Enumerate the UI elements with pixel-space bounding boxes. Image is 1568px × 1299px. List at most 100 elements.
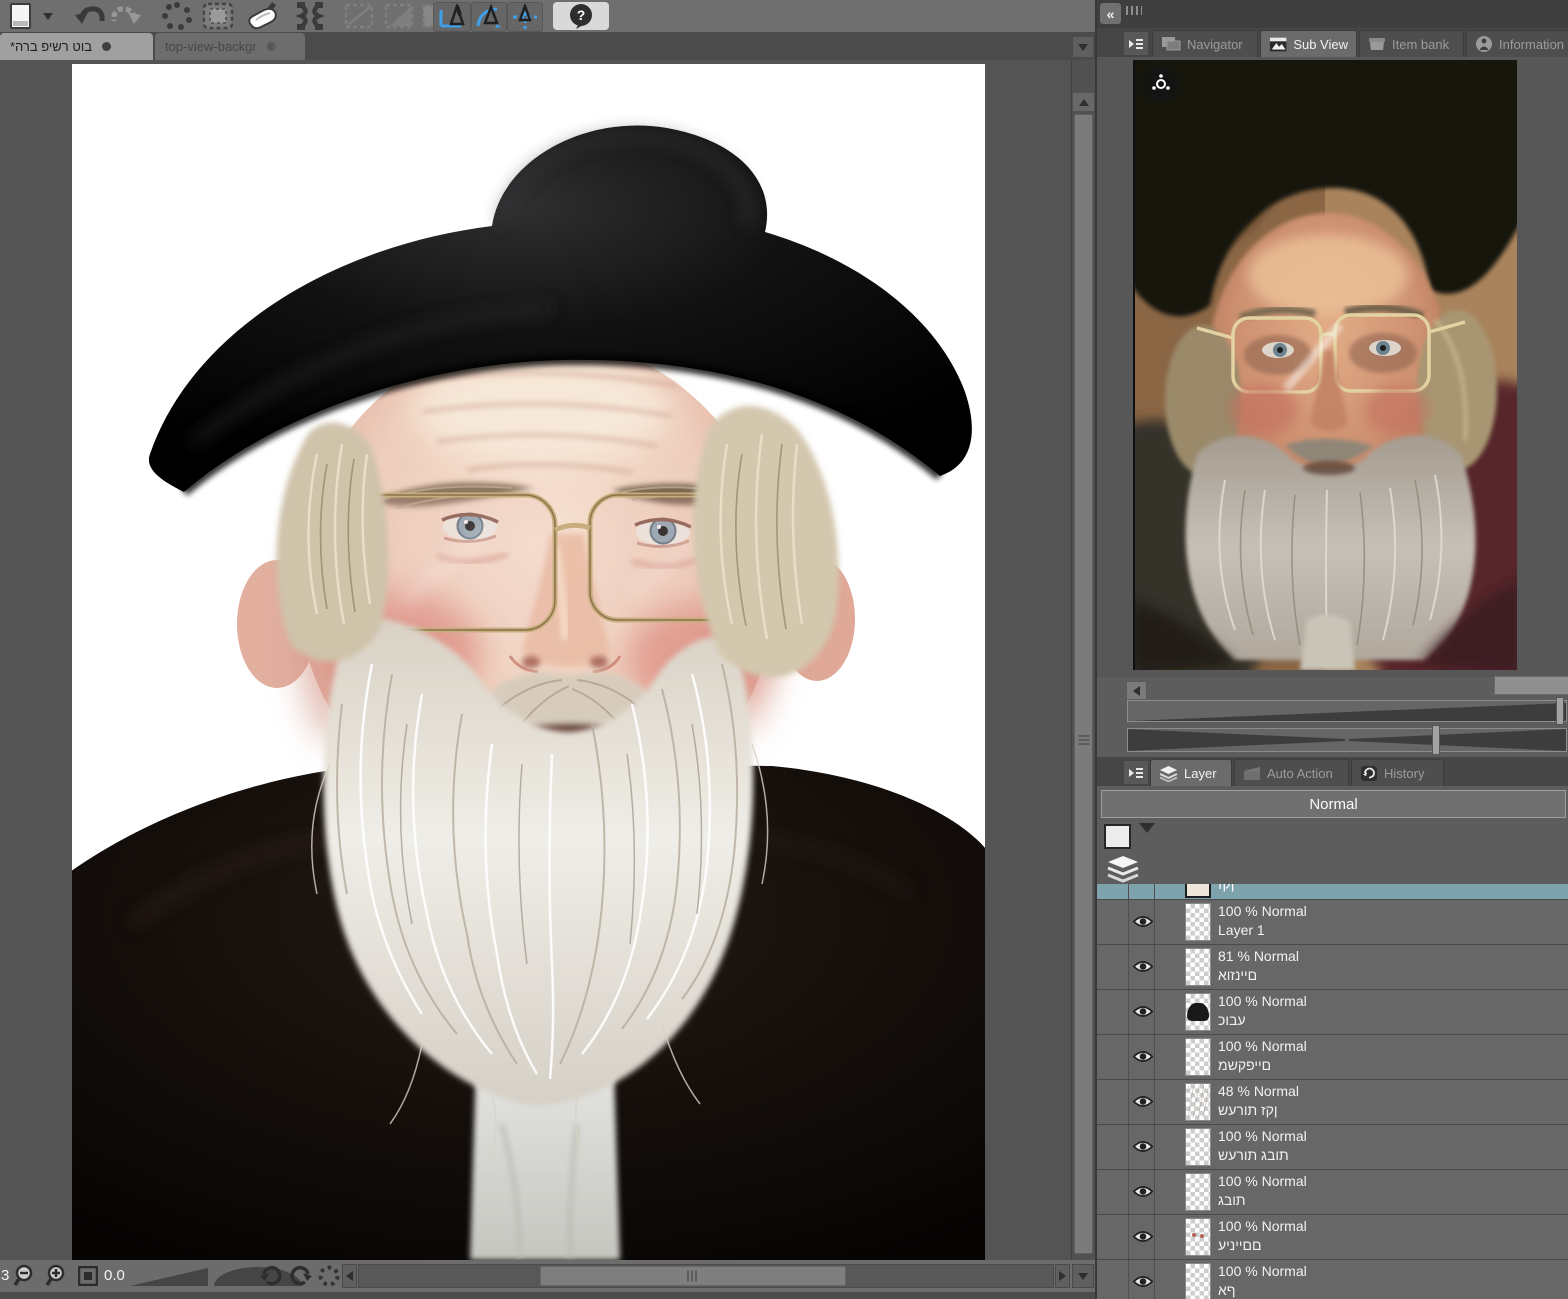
arrow-right-icon — [1059, 1271, 1066, 1281]
subview-back-button[interactable] — [1126, 681, 1147, 700]
snap-to-special-ruler-button[interactable] — [471, 2, 507, 32]
layer-color-swatch[interactable] — [1104, 824, 1131, 849]
layer-row[interactable]: 100 % Normal גבות — [1097, 1170, 1568, 1215]
vertical-scroll-thumb[interactable] — [1074, 114, 1093, 1254]
reset-view-button[interactable] — [315, 1264, 343, 1288]
drawing-canvas[interactable] — [72, 64, 985, 1260]
subview-rotation-slider[interactable] — [1127, 728, 1567, 752]
layer-row-selected-partial[interactable]: זקן — [1097, 884, 1568, 900]
item-bank-icon — [1368, 36, 1386, 52]
eye-icon — [1132, 1004, 1154, 1019]
layer-name: משקפיים — [1218, 1057, 1271, 1073]
eye-icon — [1132, 1184, 1154, 1199]
layer-thumbnail — [1185, 1263, 1211, 1299]
new-document-icon — [8, 3, 34, 29]
zoom-slider-handle[interactable] — [1556, 697, 1564, 725]
layer-row[interactable]: 100 % Normal אף — [1097, 1260, 1568, 1299]
panel-drag-grip[interactable] — [1126, 6, 1142, 15]
layer-visibility-toggle[interactable] — [1132, 1049, 1154, 1069]
fill-tool-button[interactable] — [242, 2, 286, 30]
tab-information[interactable]: Information — [1466, 30, 1568, 57]
layer-visibility-toggle[interactable] — [1132, 1094, 1154, 1114]
layer-thumbnail — [1185, 1173, 1211, 1211]
scroll-right-button[interactable] — [1055, 1264, 1070, 1288]
canvas-horizontal-scrollbar[interactable] — [358, 1264, 1054, 1288]
snap-to-ruler-button[interactable] — [433, 2, 471, 32]
canvas-vertical-scrollbar[interactable] — [1071, 60, 1095, 1260]
redo-button[interactable] — [108, 2, 144, 30]
arrow-left-icon — [346, 1271, 353, 1281]
zoom-slider[interactable] — [130, 1268, 208, 1286]
chevron-down-icon — [43, 13, 53, 20]
layer-row[interactable]: 48 % Normal שערות זקן — [1097, 1080, 1568, 1125]
eye-icon — [1132, 914, 1154, 929]
layer-row[interactable]: 100 % Normal משקפיים — [1097, 1035, 1568, 1080]
select-area-button[interactable] — [198, 2, 238, 30]
view-tab-strip: Navigator Sub View Item bank — [1097, 28, 1568, 57]
navigator-icon — [1161, 36, 1181, 52]
layer-visibility-toggle[interactable] — [1132, 959, 1154, 979]
layer-visibility-toggle[interactable] — [1132, 1139, 1154, 1159]
layer-visibility-toggle[interactable] — [1132, 1184, 1154, 1204]
rotation-slider-handle[interactable] — [1432, 725, 1440, 755]
panel-menu-icon — [1128, 37, 1144, 51]
document-tab-background[interactable]: top-view-backgr — [155, 33, 305, 60]
blend-mode-value: Normal — [1309, 796, 1357, 813]
layer-row[interactable]: 81 % Normal אוזניים — [1097, 945, 1568, 990]
layer-thumbnail-eyes — [1185, 1218, 1211, 1256]
tab-list-dropdown-button[interactable] — [1072, 36, 1094, 58]
help-button[interactable]: ? — [553, 2, 609, 30]
deselect-button[interactable] — [158, 2, 196, 30]
panel-menu-button[interactable] — [1123, 31, 1149, 56]
subview-zoom-slider[interactable] — [1127, 700, 1567, 722]
rotate-left-button[interactable] — [257, 1264, 285, 1288]
eye-icon — [1132, 1229, 1154, 1244]
layer-row[interactable]: 100 % Normal עינייםם — [1097, 1215, 1568, 1260]
zoom-out-button[interactable] — [12, 1264, 38, 1288]
subview-rotate-button[interactable] — [1143, 66, 1179, 102]
scroll-up-button[interactable] — [1073, 93, 1094, 111]
undo-button[interactable] — [72, 2, 108, 30]
layer-visibility-toggle[interactable] — [1132, 914, 1154, 934]
layer-name: עינייםם — [1218, 1237, 1262, 1253]
layer-row[interactable]: 100 % Normal כובע — [1097, 990, 1568, 1035]
tab-layer[interactable]: Layer — [1150, 759, 1232, 786]
history-icon — [1360, 765, 1378, 782]
panel-menu-button[interactable] — [1123, 760, 1149, 785]
layer-opacity: 100 % — [1218, 903, 1258, 919]
subview-zoom-field[interactable] — [1494, 676, 1568, 695]
tab-label: Information — [1499, 37, 1564, 52]
snap-to-grid-button[interactable] — [507, 2, 543, 32]
chevron-down-icon — [1139, 823, 1155, 850]
layer-name: כובע — [1218, 1012, 1246, 1028]
layer-tab-strip: Layer Auto Action History — [1097, 757, 1568, 786]
layer-name: אוזניים — [1218, 967, 1257, 983]
transform-button[interactable] — [290, 2, 330, 30]
fit-to-screen-icon — [78, 1266, 98, 1286]
collapse-panel-button[interactable]: « — [1100, 3, 1121, 24]
rotate-right-button[interactable] — [287, 1264, 315, 1288]
layer-visibility-toggle[interactable] — [1132, 1274, 1154, 1294]
mask-button-disabled — [380, 2, 418, 30]
layer-row[interactable]: 100 % Normal שערות גבות — [1097, 1125, 1568, 1170]
layer-visibility-toggle[interactable] — [1132, 1229, 1154, 1249]
tab-auto-action[interactable]: Auto Action — [1234, 759, 1349, 786]
scroll-left-button[interactable] — [342, 1264, 357, 1288]
tab-item-bank[interactable]: Item bank — [1359, 30, 1464, 57]
sub-view-photo[interactable] — [1133, 60, 1517, 670]
tab-navigator[interactable]: Navigator — [1152, 30, 1258, 57]
blend-mode-dropdown[interactable]: Normal — [1101, 790, 1566, 818]
new-document-button[interactable] — [4, 2, 38, 30]
tab-sub-view[interactable]: Sub View — [1260, 30, 1357, 57]
zoom-in-button[interactable] — [44, 1264, 70, 1288]
layer-color-dropdown[interactable] — [1139, 833, 1155, 851]
new-document-dropdown[interactable] — [40, 2, 56, 30]
layer-visibility-toggle[interactable] — [1132, 1004, 1154, 1024]
horizontal-scroll-thumb[interactable] — [540, 1266, 846, 1286]
scroll-down-button[interactable] — [1072, 1264, 1094, 1288]
document-tab-active[interactable]: *הרב פישר טוב — [0, 33, 153, 60]
tab-history[interactable]: History — [1351, 759, 1444, 786]
rotation-angle-value: 0.0 — [104, 1267, 125, 1284]
fit-to-screen-button[interactable] — [76, 1264, 100, 1288]
layer-row[interactable]: 100 % Normal Layer 1 — [1097, 900, 1568, 945]
